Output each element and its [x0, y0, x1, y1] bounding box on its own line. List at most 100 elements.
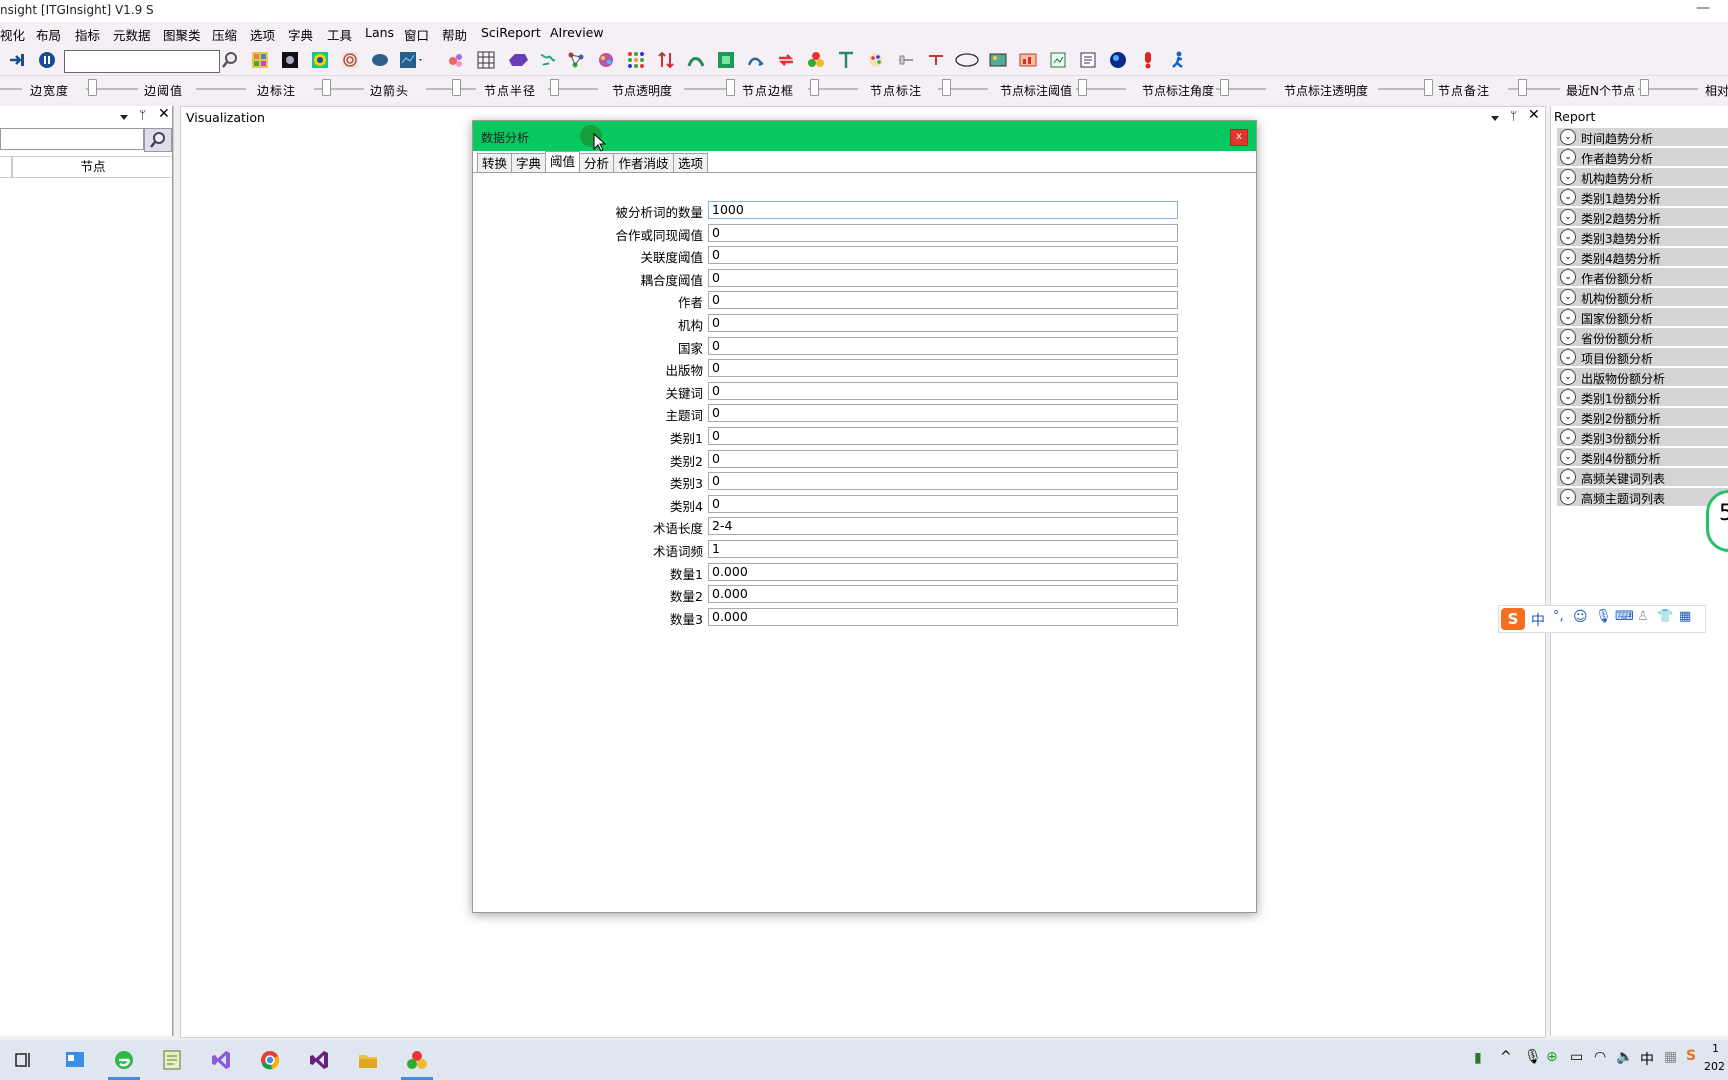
node-label-slider-thumb[interactable] [942, 79, 951, 96]
chevron-down-icon[interactable]: ⌄ [1560, 289, 1576, 305]
menu-compress[interactable]: 压缩 [212, 25, 237, 44]
arc-icon[interactable] [747, 51, 765, 69]
purple-shape-icon[interactable] [507, 51, 529, 69]
microphone-icon[interactable]: 🎙 [1595, 609, 1612, 624]
field-input[interactable]: 0 [708, 314, 1178, 332]
show-hidden-icon[interactable]: ^ [1500, 1049, 1512, 1065]
report-item[interactable]: ⌄ 作者份额分析 [1557, 268, 1728, 288]
pause-icon[interactable] [38, 51, 56, 69]
report-item[interactable]: ⌄ 项目份额分析 [1557, 348, 1728, 368]
menu-visualize[interactable]: 视化 [0, 25, 25, 44]
report-item[interactable]: ⌄ 机构趋势分析 [1557, 168, 1728, 188]
chevron-down-icon[interactable]: ⌄ [1560, 429, 1576, 445]
report-item[interactable]: ⌄ 类别4份额分析 [1557, 448, 1728, 468]
chevron-down-icon[interactable]: ⌄ [1560, 389, 1576, 405]
globe-icon[interactable] [1109, 51, 1127, 69]
report-item[interactable]: ⌄ 出版物份额分析 [1557, 368, 1728, 388]
battery-icon[interactable]: ▮ [1474, 1050, 1482, 1066]
visual-studio-2-icon[interactable] [308, 1049, 330, 1071]
menu-layout[interactable]: 布局 [36, 25, 61, 44]
chevron-down-icon[interactable]: ⌄ [1560, 169, 1576, 185]
clock-date[interactable]: 202 [1704, 1060, 1725, 1073]
report-item[interactable]: ⌄ 类别1份额分析 [1557, 388, 1728, 408]
menu-metrics[interactable]: 指标 [75, 25, 100, 44]
document-icon[interactable] [1079, 51, 1097, 69]
security-tray-icon[interactable]: ⊕ [1546, 1049, 1558, 1065]
input-method-icon[interactable]: 中 [1640, 1049, 1654, 1069]
tab-threshold[interactable]: 阈值 [545, 151, 580, 172]
export-icon[interactable] [1049, 51, 1067, 69]
field-input[interactable]: 1000 [708, 201, 1178, 219]
menu-aireview[interactable]: AIreview [550, 25, 604, 40]
report-item[interactable]: ⌄ 类别1趋势分析 [1557, 188, 1728, 208]
node-note-slider-thumb[interactable] [1518, 79, 1527, 96]
report-item[interactable]: ⌄ 类别2趋势分析 [1557, 208, 1728, 228]
node-border-slider-thumb[interactable] [810, 79, 819, 96]
left-search-input[interactable] [0, 128, 144, 150]
chevron-down-icon[interactable]: ⌄ [1560, 269, 1576, 285]
field-input[interactable]: 0 [708, 494, 1178, 513]
dot-matrix-icon[interactable] [627, 51, 645, 69]
keyboard-icon[interactable]: ⌨ [1615, 609, 1634, 624]
report-item[interactable]: ⌄ 高频关键词列表 [1557, 468, 1728, 488]
edge-width-slider-thumb[interactable] [88, 79, 97, 96]
field-input[interactable]: 0 [708, 449, 1178, 468]
field-input[interactable]: 0.000 [708, 562, 1178, 581]
report-item[interactable]: ⌄ 作者趋势分析 [1557, 148, 1728, 168]
dialog-close-button[interactable]: x [1230, 129, 1248, 146]
slider-track[interactable] [196, 88, 246, 90]
itginsight-app-icon[interactable] [406, 1049, 428, 1071]
menu-graph-cluster[interactable]: 图聚类 [163, 25, 201, 44]
field-input[interactable]: 0 [708, 246, 1178, 265]
wifi-icon[interactable]: ◠ [1594, 1049, 1606, 1065]
report-item[interactable]: ⌄ 国家份额分析 [1557, 308, 1728, 328]
bubbles-icon[interactable] [447, 51, 465, 69]
close-icon[interactable]: ✕ [158, 106, 170, 122]
grid-menu-icon[interactable]: ▦ [1679, 609, 1691, 624]
node-label-angle-slider-thumb[interactable] [1220, 79, 1229, 96]
toolbar-search-input[interactable] [64, 50, 220, 73]
chevron-down-icon[interactable]: ⌄ [1560, 209, 1576, 225]
menu-metadata[interactable]: 元数据 [113, 25, 151, 44]
task-view-icon[interactable] [13, 1049, 35, 1071]
chrome-icon[interactable] [259, 1049, 281, 1071]
tab-options[interactable]: 选项 [673, 153, 708, 173]
chevron-down-icon[interactable]: ⌄ [1560, 369, 1576, 385]
ime-mode-label[interactable]: 中 [1531, 610, 1545, 630]
chevron-down-icon[interactable]: ⌄ [1560, 149, 1576, 165]
file-explorer-icon[interactable] [357, 1049, 379, 1071]
node-opacity-slider-thumb[interactable] [726, 79, 735, 96]
emoji-icon[interactable]: ☺ [1573, 609, 1588, 625]
green-square-icon[interactable] [717, 51, 735, 69]
dialog-titlebar[interactable]: 数据分析 x [473, 121, 1256, 152]
map-dropdown-icon[interactable] [399, 51, 425, 69]
notepad-icon[interactable] [161, 1049, 183, 1071]
alert-icon[interactable] [1139, 51, 1157, 69]
heatmap-icon[interactable] [311, 51, 329, 69]
report-item[interactable]: ⌄ 时间趋势分析 [1557, 128, 1728, 148]
punctuation-icon[interactable]: °, [1553, 609, 1564, 624]
chevron-down-icon[interactable]: ⌄ [1560, 409, 1576, 425]
tab-author-disambiguation[interactable]: 作者消歧 [613, 153, 674, 173]
palette-icon[interactable] [867, 51, 885, 69]
chevron-down-icon[interactable]: ⌄ [1560, 349, 1576, 365]
report-item[interactable]: ⌄ 省份份额分析 [1557, 328, 1728, 348]
clock-time[interactable]: 1 [1712, 1042, 1719, 1055]
chevron-down-icon[interactable]: ⌄ [1560, 449, 1576, 465]
user-icon[interactable]: ♙ [1637, 609, 1649, 624]
microphone-tray-icon[interactable]: 🎙 [1524, 1049, 1542, 1065]
visual-studio-icon[interactable] [210, 1049, 232, 1071]
field-input[interactable]: 0 [708, 336, 1178, 355]
refresh-arrows-icon[interactable] [777, 51, 795, 69]
slider-track[interactable] [1378, 88, 1430, 90]
report-item[interactable]: ⌄ 类别2份额分析 [1557, 408, 1728, 428]
step-forward-icon[interactable] [8, 51, 26, 69]
menu-options[interactable]: 选项 [250, 25, 275, 44]
power-tray-icon[interactable]: ▭ [1570, 1049, 1583, 1065]
dropdown-arrow-icon[interactable] [118, 112, 130, 122]
filter-line-icon[interactable] [927, 51, 945, 69]
cluster-icon[interactable] [597, 51, 615, 69]
skin-icon[interactable]: 👕 [1657, 609, 1673, 624]
column-header-node[interactable]: 节点 [12, 156, 174, 178]
floating-badge[interactable]: 5 [1706, 490, 1728, 552]
